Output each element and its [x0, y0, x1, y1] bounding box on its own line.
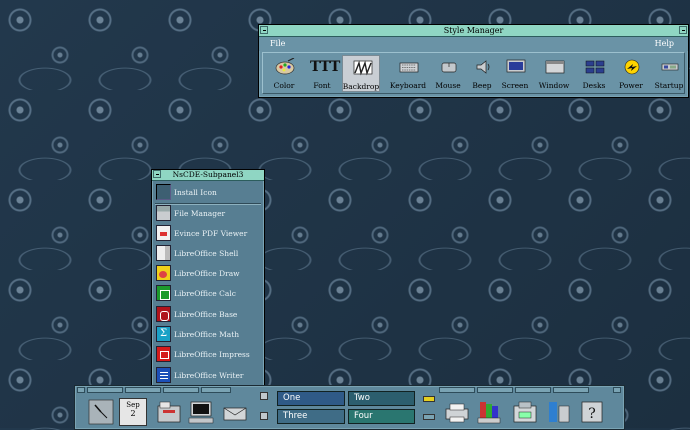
style-manager-toolbar: Color TTT Font Backdrop Keyboard Mouse B…	[262, 52, 685, 94]
svg-text:?: ?	[588, 406, 596, 422]
tool-backdrop-label: Backdrop	[342, 82, 380, 91]
subpanel-tab-2[interactable]	[125, 387, 161, 393]
subpanel-item-label: LibreOffice Draw	[174, 269, 240, 278]
subpanel-item-evince[interactable]: Evince PDF Viewer	[152, 223, 264, 243]
workspace-one[interactable]: One	[277, 391, 345, 406]
speaker-icon	[476, 60, 490, 74]
power-icon	[624, 59, 640, 75]
help-icon[interactable]: ?	[578, 398, 606, 426]
workspace-indicator-icon	[423, 414, 435, 420]
workspace-four[interactable]: Four	[348, 409, 415, 424]
tool-startup-label: Startup	[654, 81, 684, 90]
subpanel-title: NsCDE-Subpanel3	[172, 170, 244, 179]
desks-icon	[585, 60, 605, 74]
pdf-icon	[156, 225, 171, 241]
startup-icon	[661, 63, 679, 71]
front-panel: Sep 2 One Two Three Four ?	[74, 385, 625, 430]
calendar-icon[interactable]: Sep 2	[119, 398, 147, 426]
tool-color[interactable]: Color	[265, 55, 303, 92]
subpanel-item-lo-math[interactable]: Σ LibreOffice Math	[152, 324, 264, 344]
exit-icon[interactable]	[260, 412, 268, 420]
style-manager-titlebar[interactable]: Style Manager	[259, 25, 688, 37]
subpanel-titlebar[interactable]: NsCDE-Subpanel3	[152, 170, 264, 181]
subpanel-tab-8[interactable]	[553, 387, 589, 393]
subpanel-item-label: LibreOffice Math	[174, 330, 240, 339]
calendar-month: Sep	[126, 401, 140, 409]
subpanel-item-label: Evince PDF Viewer	[174, 229, 248, 238]
window-icon	[545, 60, 565, 74]
subpanel-tab-4[interactable]	[201, 387, 231, 393]
subpanel-item-lo-base[interactable]: LibreOffice Base	[152, 304, 264, 324]
menu-help[interactable]: Help	[655, 39, 674, 48]
subpanel-tab-5[interactable]	[439, 387, 475, 393]
draw-icon	[156, 265, 171, 281]
calc-icon	[156, 285, 171, 301]
workspace-three[interactable]: Three	[277, 409, 345, 424]
font-icon: TTT	[310, 59, 341, 75]
tool-power[interactable]: Power	[612, 55, 650, 92]
workspace-two[interactable]: Two	[348, 391, 415, 406]
math-icon: Σ	[156, 326, 171, 342]
subpanel-item-lo-calc[interactable]: LibreOffice Calc	[152, 283, 264, 303]
tool-startup[interactable]: Startup	[650, 55, 688, 92]
panel-handle-left[interactable]	[77, 387, 85, 393]
subpanel-item-label: LibreOffice Writer	[174, 371, 244, 380]
subpanel-tab-6[interactable]	[477, 387, 513, 393]
style-manager-window[interactable]: Style Manager File Help Color TTT Font B…	[258, 24, 689, 98]
subpanel-item-label: File Manager	[174, 209, 226, 218]
subpanel-item-lo-draw[interactable]: LibreOffice Draw	[152, 263, 264, 283]
impress-icon	[156, 346, 171, 362]
subpanel-item-label: LibreOffice Shell	[174, 249, 239, 258]
base-icon	[156, 306, 171, 322]
tool-keyboard[interactable]: Keyboard	[389, 55, 427, 92]
file-manager-panel-icon[interactable]	[155, 398, 183, 426]
tool-screen[interactable]: Screen	[496, 55, 534, 92]
file-manager-icon	[156, 205, 171, 221]
tool-backdrop[interactable]: Backdrop	[342, 55, 380, 92]
writer-icon	[156, 367, 171, 383]
printer-icon[interactable]	[443, 398, 471, 426]
panel-handle-right[interactable]	[613, 387, 621, 393]
style-manager-title: Style Manager	[443, 26, 504, 35]
mouse-icon	[441, 62, 457, 73]
install-icon-item[interactable]: Install Icon	[152, 182, 264, 202]
lock-icon[interactable]	[260, 392, 268, 400]
subpanel-window[interactable]: NsCDE-Subpanel3 Install Icon File Manage…	[151, 169, 265, 389]
menu-file[interactable]: File	[270, 39, 285, 48]
subpanel-item-lo-writer[interactable]: LibreOffice Writer	[152, 365, 264, 385]
tool-font[interactable]: TTT Font	[303, 55, 341, 92]
terminal-icon[interactable]	[187, 398, 215, 426]
busy-light-icon	[423, 396, 435, 402]
palette-icon	[275, 58, 295, 75]
subpanel-item-file-manager[interactable]: File Manager	[152, 203, 264, 223]
calendar-day: 2	[130, 409, 136, 418]
subpanel-tab-3[interactable]	[163, 387, 199, 393]
install-icon	[156, 184, 171, 200]
application-manager-icon[interactable]	[511, 398, 539, 426]
tool-window[interactable]: Window	[535, 55, 573, 92]
mail-icon[interactable]	[221, 398, 249, 426]
install-icon-label: Install Icon	[174, 188, 217, 197]
subpanel-item-label: LibreOffice Base	[174, 310, 238, 319]
subpanel-tab-1[interactable]	[87, 387, 123, 393]
style-manager-panel-icon[interactable]	[475, 398, 503, 426]
monitor-icon	[506, 59, 526, 73]
subpanel-tab-7[interactable]	[515, 387, 551, 393]
subpanel-item-label: LibreOffice Impress	[174, 350, 250, 359]
keyboard-icon	[399, 62, 419, 73]
subpanel-item-lo-shell[interactable]: LibreOffice Shell	[152, 243, 264, 263]
style-manager-menubar: File Help	[259, 37, 688, 51]
clock-icon[interactable]	[87, 398, 115, 426]
libreoffice-icon	[156, 245, 171, 261]
fonts-icon[interactable]	[545, 398, 573, 426]
backdrop-icon	[353, 60, 373, 76]
subpanel-item-label: LibreOffice Calc	[174, 289, 236, 298]
minimize-button[interactable]	[679, 26, 687, 34]
subpanel-item-lo-impress[interactable]: LibreOffice Impress	[152, 344, 264, 364]
